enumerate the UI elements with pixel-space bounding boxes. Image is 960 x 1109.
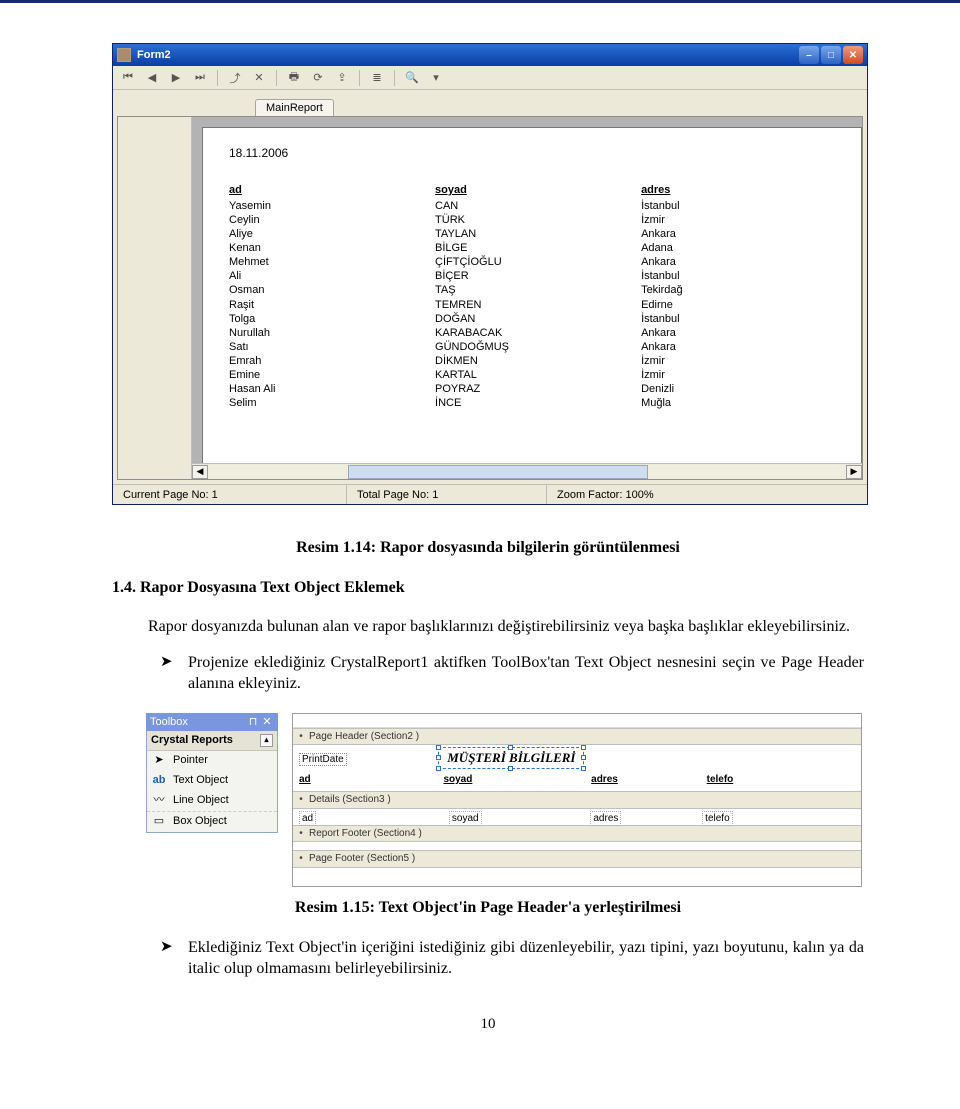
table-row: AliyeTAYLANAnkara: [229, 227, 835, 241]
scroll-left-icon[interactable]: ◀: [192, 465, 208, 479]
table-row: YaseminCANİstanbul: [229, 199, 835, 213]
table-row: NurullahKARABACAKAnkara: [229, 326, 835, 340]
stop-icon[interactable]: ✕: [250, 69, 268, 87]
table-row: RaşitTEMRENEdirne: [229, 298, 835, 312]
line-object-icon: 〰: [151, 793, 167, 809]
first-page-icon[interactable]: ⏮: [119, 69, 137, 87]
horizontal-scrollbar[interactable]: ◀ ▶: [192, 463, 862, 479]
box-object-icon: ▭: [151, 814, 167, 830]
report-date: 18.11.2006: [229, 146, 835, 160]
minimize-button[interactable]: –: [799, 46, 819, 64]
next-page-icon[interactable]: ▶: [167, 69, 185, 87]
pointer-icon: ➤: [151, 753, 167, 769]
prev-page-icon[interactable]: ◀: [143, 69, 161, 87]
goto-page-icon[interactable]: ⤴: [226, 69, 244, 87]
report-table: ad soyad adres YaseminCANİstanbulCeylinT…: [229, 184, 835, 410]
toolbox-panel: Toolbox ⊓ ✕ Crystal Reports ▴ ➤ Pointer …: [146, 713, 278, 833]
toolbox-close-icon[interactable]: ✕: [260, 715, 274, 729]
status-current-page: Current Page No: 1: [113, 485, 347, 504]
det-ad[interactable]: ad: [299, 811, 316, 827]
form-icon: [117, 48, 131, 62]
find-icon[interactable]: 🔍: [403, 69, 421, 87]
tab-mainreport[interactable]: MainReport: [255, 99, 334, 116]
table-row: SatıGÜNDOĞMUŞAnkara: [229, 340, 835, 354]
section-page-footer[interactable]: Page Footer (Section5 ): [309, 852, 415, 866]
print-icon[interactable]: 🖶: [285, 69, 303, 87]
group-tree-pane[interactable]: [118, 117, 192, 479]
maximize-button[interactable]: □: [821, 46, 841, 64]
hdr-adres[interactable]: adres: [591, 773, 618, 787]
report-scroll-area[interactable]: 18.11.2006 ad soyad adres YaseminCANİsta…: [192, 117, 862, 463]
table-row: KenanBİLGEAdana: [229, 241, 835, 255]
bullet-text-2: Eklediğiniz Text Object'in içeriğini ist…: [188, 937, 864, 980]
toolbox-item-box-object[interactable]: ▭ Box Object: [147, 811, 277, 832]
section-details[interactable]: Details (Section3 ): [309, 793, 391, 807]
collapse-icon[interactable]: ▴: [260, 734, 273, 747]
det-soyad[interactable]: soyad: [449, 811, 482, 827]
table-row: OsmanTAŞTekirdağ: [229, 283, 835, 297]
table-row: TolgaDOĞANİstanbul: [229, 312, 835, 326]
toolbox-item-line-object[interactable]: 〰 Line Object: [147, 791, 277, 811]
form2-window: Form2 – □ ✕ ⏮ ◀ ▶ ⏭ ⤴ ✕ 🖶 ⟳ ⇪ ≣ 🔍 ▾ Main…: [112, 43, 868, 505]
report-page: 18.11.2006 ad soyad adres YaseminCANİsta…: [202, 127, 862, 463]
report-designer: •Page Header (Section2 ) PrintDate MÜŞTE…: [292, 713, 862, 887]
export-icon[interactable]: ⇪: [333, 69, 351, 87]
figure-caption-1: Resim 1.14: Rapor dosyasında bilgilerin …: [112, 537, 864, 559]
designer-ruler: [293, 714, 861, 728]
scroll-thumb[interactable]: [348, 465, 648, 479]
text-object-icon: ab: [151, 773, 167, 789]
refresh-icon[interactable]: ⟳: [309, 69, 327, 87]
text-object-musteri[interactable]: MÜŞTERİ BİLGİLERİ: [438, 747, 584, 769]
window-title: Form2: [137, 49, 799, 61]
viewer-pane: 18.11.2006 ad soyad adres YaseminCANİsta…: [117, 116, 863, 480]
table-row: SelimİNCEMuğla: [229, 396, 835, 410]
paragraph-1: Rapor dosyanızda bulunan alan ve rapor b…: [112, 616, 864, 638]
group-tree-icon[interactable]: ≣: [368, 69, 386, 87]
table-row: CeylinTÜRKİzmir: [229, 213, 835, 227]
status-total-page: Total Page No: 1: [347, 485, 547, 504]
report-toolbar: ⏮ ◀ ▶ ⏭ ⤴ ✕ 🖶 ⟳ ⇪ ≣ 🔍 ▾: [113, 66, 867, 90]
table-row: EmrahDİKMENİzmir: [229, 354, 835, 368]
close-button[interactable]: ✕: [843, 46, 863, 64]
toolbox-item-pointer[interactable]: ➤ Pointer: [147, 751, 277, 771]
status-bar: Current Page No: 1 Total Page No: 1 Zoom…: [113, 484, 867, 504]
toolbox-titlebar[interactable]: Toolbox ⊓ ✕: [146, 713, 278, 731]
figure-caption-2: Resim 1.15: Text Object'in Page Header'a…: [112, 897, 864, 919]
table-row: EmineKARTALİzmir: [229, 368, 835, 382]
bullet-arrow-icon: ➤: [160, 652, 188, 695]
status-zoom: Zoom Factor: 100%: [547, 485, 867, 504]
section-report-footer[interactable]: Report Footer (Section4 ): [309, 827, 422, 841]
bullet-text-1: Projenize eklediğiniz CrystalReport1 akt…: [188, 652, 864, 695]
toolbox-title: Toolbox: [150, 715, 188, 730]
table-row: AliBİÇERİstanbul: [229, 269, 835, 283]
pin-icon[interactable]: ⊓: [246, 715, 260, 729]
toolbox-item-text-object[interactable]: ab Text Object: [147, 771, 277, 791]
hdr-ad[interactable]: ad: [299, 773, 311, 787]
hdr-telefon[interactable]: telefo: [707, 773, 734, 787]
zoom-dropdown-icon[interactable]: ▾: [427, 69, 445, 87]
col-ad: ad: [229, 184, 435, 199]
last-page-icon[interactable]: ⏭: [191, 69, 209, 87]
table-row: Hasan AliPOYRAZDenizli: [229, 382, 835, 396]
section-page-header[interactable]: Page Header (Section2 ): [309, 730, 419, 744]
hdr-soyad[interactable]: soyad: [443, 773, 472, 787]
bullet-arrow-icon: ➤: [160, 937, 188, 980]
toolbox-group-crystal[interactable]: Crystal Reports ▴: [147, 731, 277, 751]
col-soyad: soyad: [435, 184, 641, 199]
det-telefon[interactable]: telefo: [702, 811, 732, 827]
scroll-right-icon[interactable]: ▶: [846, 465, 862, 479]
det-adres[interactable]: adres: [590, 811, 621, 827]
col-adres: adres: [641, 184, 835, 199]
page-number: 10: [112, 1014, 864, 1034]
titlebar[interactable]: Form2 – □ ✕: [113, 44, 867, 66]
table-row: MehmetÇİFTÇİOĞLUAnkara: [229, 255, 835, 269]
field-printdate[interactable]: PrintDate: [299, 753, 347, 766]
heading-1-4: 1.4. Rapor Dosyasına Text Object Eklemek: [112, 577, 864, 599]
